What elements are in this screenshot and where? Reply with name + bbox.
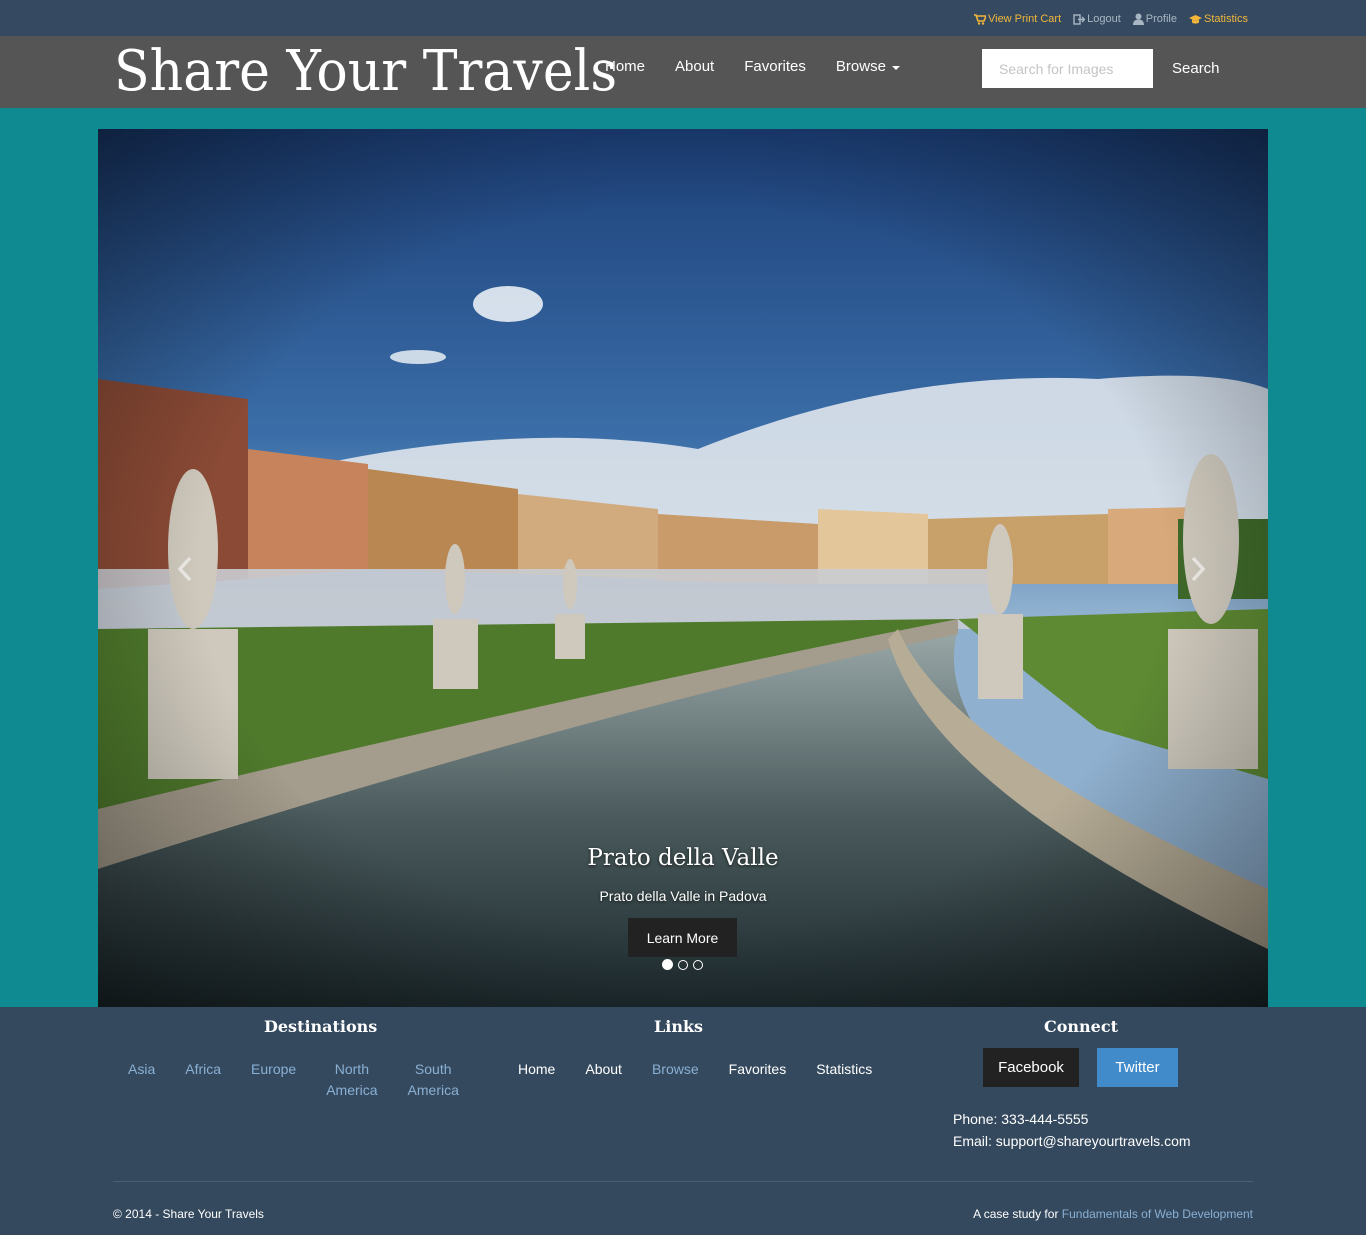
site-brand-text: Share Your Travels <box>114 39 618 104</box>
carousel-slide-image <box>98 129 1268 1007</box>
facebook-button[interactable]: Facebook <box>983 1048 1079 1087</box>
statistics-label: Statistics <box>1203 13 1248 25</box>
profile-label: Profile <box>1145 13 1177 25</box>
footer-link-statistics[interactable]: Statistics <box>801 1059 887 1080</box>
carousel-next-button[interactable] <box>1183 554 1213 584</box>
nav-home[interactable]: Home <box>590 58 660 75</box>
links-heading: Links <box>654 1017 704 1036</box>
utility-links: View Print Cart Logout Profile Statistic… <box>973 13 1248 25</box>
footer-link-favorites[interactable]: Favorites <box>714 1059 802 1080</box>
case-study-note: A case study for Fundamentals of Web Dev… <box>973 1207 1253 1221</box>
carousel-indicators <box>662 959 703 970</box>
nav-browse-label: Browse <box>835 58 886 75</box>
destination-europe[interactable]: Europe <box>236 1059 311 1101</box>
profile-link[interactable]: Profile <box>1132 13 1177 25</box>
site-brand[interactable]: Share Your Travels <box>114 40 655 104</box>
site-footer: Destinations Asia Africa Europe North Am… <box>0 1007 1366 1235</box>
destinations-list: Asia Africa Europe North America South A… <box>113 1059 474 1101</box>
nav-home-label: Home <box>605 58 646 75</box>
nav-favorites-label: Favorites <box>744 58 806 75</box>
destination-north-america[interactable]: North America <box>311 1059 392 1101</box>
destination-south-america-line2: America <box>407 1082 459 1098</box>
statistics-link[interactable]: Statistics <box>1188 13 1248 25</box>
footer-link-home[interactable]: Home <box>503 1059 570 1080</box>
case-study-prefix: A case study for <box>973 1207 1062 1221</box>
destination-north-america-line2: America <box>326 1082 378 1098</box>
contact-phone: Phone: 333-444-5555 <box>953 1111 1089 1127</box>
copyright-text: © 2014 - Share Your Travels <box>113 1207 264 1221</box>
contact-email: Email: support@shareyourtravels.com <box>953 1133 1191 1149</box>
nav-menu: Home About Favorites Browse <box>590 58 915 75</box>
main-navbar: Share Your Travels Home About Favorites … <box>0 36 1366 108</box>
footer-divider <box>113 1181 1253 1182</box>
carousel-prev-button[interactable] <box>170 554 200 584</box>
chevron-left-icon <box>177 556 192 582</box>
view-print-cart-link[interactable]: View Print Cart <box>973 13 1062 25</box>
cart-icon <box>973 13 986 25</box>
destination-south-america[interactable]: South America <box>393 1059 474 1101</box>
destination-asia[interactable]: Asia <box>113 1059 170 1101</box>
search-button[interactable]: Search <box>1160 49 1232 88</box>
footer-links-list: Home About Browse Favorites Statistics <box>503 1059 887 1080</box>
case-study-link[interactable]: Fundamentals of Web Development <box>1062 1207 1253 1221</box>
graduation-cap-icon <box>1188 14 1202 24</box>
hero-carousel: Prato della Valle Prato della Valle in P… <box>98 129 1268 1007</box>
carousel-indicator[interactable] <box>693 960 703 970</box>
carousel-indicator[interactable] <box>678 960 688 970</box>
destination-north-america-line1: North <box>334 1061 369 1077</box>
carousel-caption-text: Prato della Valle in Padova <box>599 888 767 904</box>
user-icon <box>1132 13 1144 25</box>
footer-link-about[interactable]: About <box>570 1059 637 1080</box>
nav-favorites[interactable]: Favorites <box>729 58 821 75</box>
nav-browse-dropdown[interactable]: Browse <box>821 58 915 75</box>
logout-link[interactable]: Logout <box>1073 13 1121 25</box>
carousel-indicator[interactable] <box>662 959 673 970</box>
destinations-heading: Destinations <box>264 1017 378 1036</box>
destination-south-america-line1: South <box>414 1061 452 1077</box>
learn-more-button[interactable]: Learn More <box>628 918 737 957</box>
footer-link-browse[interactable]: Browse <box>637 1059 714 1080</box>
contact-info: Phone: 333-444-5555 Email: support@share… <box>953 1108 1191 1152</box>
search-input[interactable] <box>982 49 1153 88</box>
chevron-right-icon <box>1191 556 1206 582</box>
logout-icon <box>1073 13 1086 25</box>
destination-africa[interactable]: Africa <box>170 1059 236 1101</box>
caret-down-icon <box>891 65 900 70</box>
logout-label: Logout <box>1087 13 1121 25</box>
nav-about[interactable]: About <box>660 58 729 75</box>
connect-heading: Connect <box>1044 1017 1118 1036</box>
view-print-cart-label: View Print Cart <box>987 13 1062 25</box>
nav-about-label: About <box>675 58 715 75</box>
twitter-button[interactable]: Twitter <box>1097 1048 1178 1087</box>
carousel-caption-title: Prato della Valle <box>587 845 779 871</box>
utility-bar: View Print Cart Logout Profile Statistic… <box>0 0 1366 36</box>
